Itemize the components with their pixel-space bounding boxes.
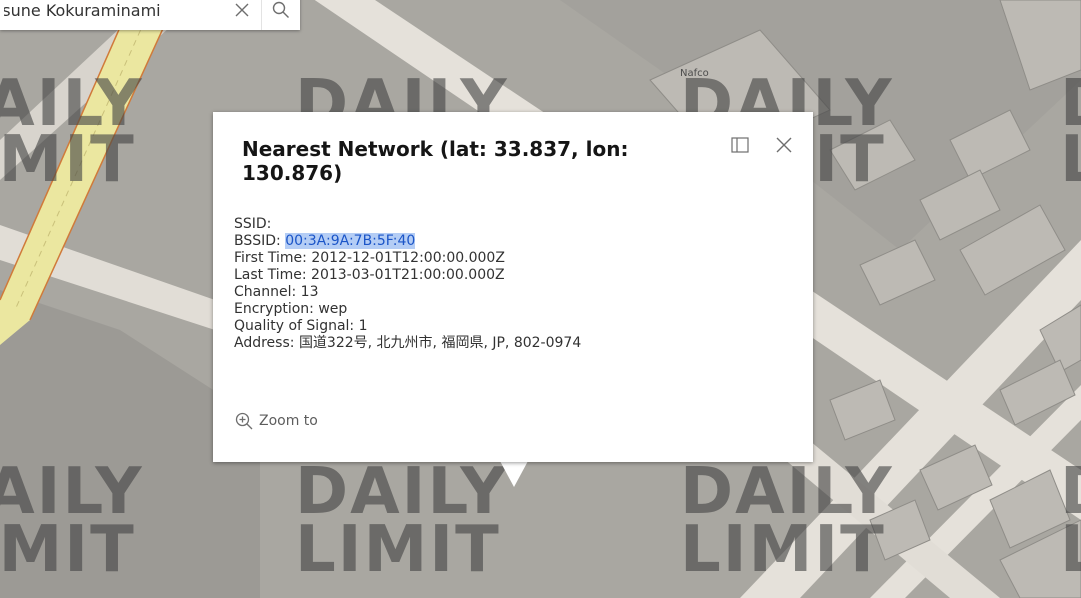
field-encryption: Encryption: wep	[234, 301, 794, 318]
search-button[interactable]	[262, 0, 300, 30]
zoom-to-label: Zoom to	[259, 413, 318, 429]
popup-title: Nearest Network (lat: 33.837, lon: 130.8…	[242, 137, 629, 185]
popup-panel: Nearest Network (lat: 33.837, lon: 130.8…	[213, 112, 813, 462]
dock-button[interactable]	[729, 134, 751, 156]
field-bssid: BSSID: 00:3A:9A:7B:5F:40	[234, 233, 794, 250]
popup-content: SSID: BSSID: 00:3A:9A:7B:5F:40 First Tim…	[234, 216, 794, 352]
field-value: 2012-12-01T12:00:00.000Z	[311, 250, 505, 266]
close-popup-button[interactable]	[773, 134, 795, 156]
field-signal-quality: Quality of Signal: 1	[234, 318, 794, 335]
field-ssid: SSID:	[234, 216, 794, 233]
field-channel: Channel: 13	[234, 284, 794, 301]
map-label-nafco: Nafco	[680, 68, 709, 79]
close-icon	[776, 137, 792, 153]
field-value: 2013-03-01T21:00:00.000Z	[311, 267, 505, 283]
field-last-time: Last Time: 2013-03-01T21:00:00.000Z	[234, 267, 794, 284]
field-label: BSSID:	[234, 233, 281, 249]
clear-search-button[interactable]	[223, 0, 262, 30]
field-address: Address: 国道322号, 北九州市, 福岡県, JP, 802-0974	[234, 335, 794, 352]
dock-icon	[731, 137, 749, 153]
search-bar	[0, 0, 300, 30]
popup-pointer	[500, 461, 528, 487]
popup-actions	[729, 134, 795, 156]
field-label: Address:	[234, 335, 295, 351]
field-first-time: First Time: 2012-12-01T12:00:00.000Z	[234, 250, 794, 267]
field-value: wep	[318, 301, 348, 317]
field-label: Channel:	[234, 284, 297, 300]
field-value: 1	[358, 318, 368, 334]
field-label: Last Time:	[234, 267, 307, 283]
field-value-selected[interactable]: 00:3A:9A:7B:5F:40	[285, 233, 416, 249]
field-value: 国道322号, 北九州市, 福岡県, JP, 802-0974	[298, 335, 582, 351]
search-icon	[272, 1, 289, 18]
field-label: Quality of Signal:	[234, 318, 355, 334]
field-label: First Time:	[234, 250, 307, 266]
field-value: 13	[300, 284, 319, 300]
zoom-in-icon	[235, 412, 253, 430]
zoom-to-button[interactable]: Zoom to	[235, 412, 318, 430]
search-input[interactable]	[0, 0, 223, 29]
field-label: Encryption:	[234, 301, 314, 317]
field-label: SSID:	[234, 216, 272, 232]
close-icon	[235, 3, 249, 17]
